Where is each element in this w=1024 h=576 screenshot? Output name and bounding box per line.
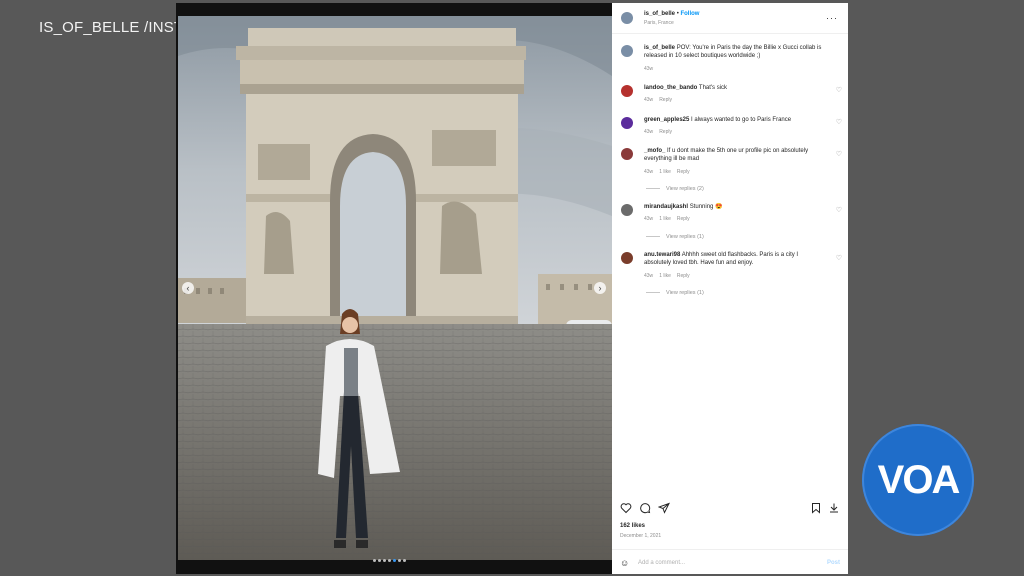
likes-count[interactable]: 162 likes [620,523,645,529]
more-options-icon[interactable]: ··· [826,13,838,23]
carousel-dot [378,559,381,562]
carousel-dot [383,559,386,562]
comment-time: 43w [644,66,654,72]
view-replies-label[interactable]: View replies (2) [666,186,704,192]
avatar[interactable] [621,117,633,129]
avatar[interactable] [621,252,633,264]
comment-time: 43w [644,97,654,103]
comment-username[interactable]: landoo_the_bando [644,85,697,91]
reply-button[interactable]: Reply [659,129,672,135]
comment-text: That's sick [698,85,728,91]
heart-icon[interactable]: ♡ [836,86,842,94]
post-date: December 1, 2021 [620,533,662,539]
carousel-dot-active [393,559,396,562]
view-replies-label[interactable]: View replies (1) [666,234,704,240]
post-actions [612,499,848,519]
next-slide-arrow[interactable]: › [594,282,606,294]
comment-body: mirandaujkashl Stunning 😍 [644,203,824,211]
comment-username[interactable]: is_of_belle [644,45,675,51]
comment-username[interactable]: green_apples25 [644,117,689,123]
comment-time: 43w [644,169,654,175]
bookmark-icon[interactable] [810,502,822,514]
post-photo: ‹ › [178,16,612,560]
comment-body: green_apples25 I always wanted to go to … [644,116,824,124]
comment-icon[interactable] [639,502,651,514]
post-comment-button[interactable]: Post [827,560,840,566]
reply-button[interactable]: Reply [659,97,672,103]
arc-de-triomphe-photo [178,16,612,560]
heart-icon[interactable]: ♡ [836,118,842,126]
reply-divider [646,292,660,294]
comment-time: 43w [644,273,654,279]
voa-logo-text: VOA [877,458,961,502]
heart-icon[interactable]: ♡ [836,206,842,214]
comment-time: 43w [644,129,654,135]
comment-meta: 43w [644,66,659,72]
view-replies-button[interactable]: View replies (1) [646,290,704,296]
download-icon[interactable] [828,502,840,514]
comment-likes[interactable]: 1 like [659,169,671,175]
carousel-dot [403,559,406,562]
heart-icon[interactable] [620,502,632,514]
comment-text: Stunning 😍 [689,204,723,210]
comment-meta: 43w Reply [644,129,678,135]
add-comment-input[interactable]: Add a comment... [638,560,685,566]
view-replies-button[interactable]: View replies (2) [646,186,704,192]
reply-button[interactable]: Reply [677,273,690,279]
post-header: is_of_belle • Follow Paris, France ··· [612,3,848,34]
comment-meta: 43w 1 like Reply [644,169,696,175]
comment-body: _mofo_ If u dont make the 5th one ur pro… [644,147,824,163]
post-username[interactable]: is_of_belle [644,11,675,17]
comment-text: I always wanted to go to Paris France [691,117,792,123]
avatar[interactable] [621,45,633,57]
comment-time: 43w [644,216,654,222]
carousel-dots [372,549,407,567]
comment-body: landoo_the_bando That's sick [644,84,824,92]
reply-divider [646,236,660,238]
voa-logo: VOA [862,424,974,536]
comment-meta: 43w 1 like Reply [644,273,696,279]
comment-likes[interactable]: 1 like [659,273,671,279]
carousel-dot [373,559,376,562]
avatar[interactable] [621,148,633,160]
comment-username[interactable]: _mofo_ [644,148,665,154]
reply-button[interactable]: Reply [677,216,690,222]
previous-slide-arrow[interactable]: ‹ [182,282,194,294]
comment-username[interactable]: mirandaujkashl [644,204,688,210]
add-comment-bar: ☺ Add a comment... Post [612,549,848,575]
comment-text: If u dont make the 5th one ur profile pi… [644,148,809,162]
heart-icon[interactable]: ♡ [836,254,842,262]
avatar[interactable] [621,85,633,97]
view-replies-label[interactable]: View replies (1) [666,290,704,296]
carousel-dot [398,559,401,562]
comment-body: anu.tewari98 Ahhhh sweet old flashbacks.… [644,251,824,267]
comment-username[interactable]: anu.tewari98 [644,252,680,258]
comment-meta: 43w 1 like Reply [644,216,696,222]
view-replies-button[interactable]: View replies (1) [646,234,704,240]
avatar[interactable] [621,12,633,24]
avatar[interactable] [621,204,633,216]
reply-button[interactable]: Reply [677,169,690,175]
comments-panel: is_of_belle • Follow Paris, France ··· i… [612,3,848,574]
reply-divider [646,188,660,190]
post-location[interactable]: Paris, France [644,20,674,26]
comment-meta: 43w Reply [644,97,678,103]
emoji-icon[interactable]: ☺ [620,558,629,568]
comment-likes[interactable]: 1 like [659,216,671,222]
share-icon[interactable] [658,502,670,514]
heart-icon[interactable]: ♡ [836,150,842,158]
follow-button[interactable]: Follow [680,11,699,17]
carousel-dot [388,559,391,562]
comment-body: is_of_belle POV: You're in Paris the day… [644,44,824,60]
